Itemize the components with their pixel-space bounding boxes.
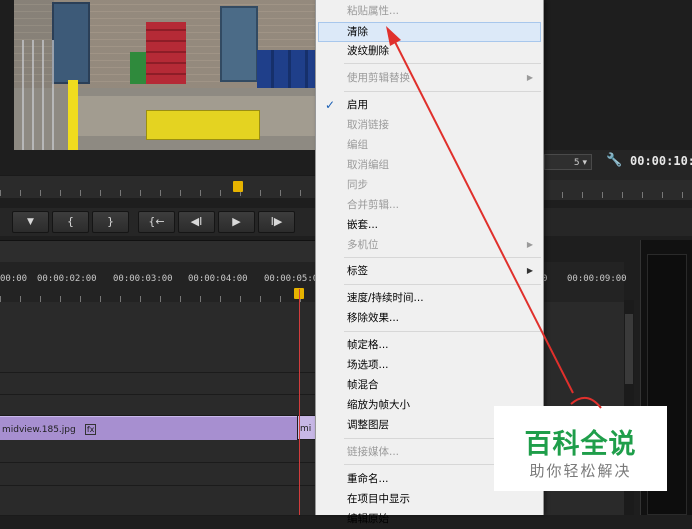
timeline-track[interactable] [0,440,315,463]
menu-item-label: 缩放为帧大小 [347,399,410,411]
monitor-timecode: 00:00:10:0 [630,154,692,168]
menu-item-merge-clips[interactable]: 合并剪辑... [316,195,543,215]
menu-item-multi-camera[interactable]: 多机位 ▶ [316,235,543,255]
step-back-button[interactable]: ◀I [178,211,215,233]
menu-item-label: 标签 [347,265,368,277]
program-monitor-video [14,0,315,150]
menu-item-frame-blend[interactable]: 帧混合 [316,375,543,395]
menu-item-label: 合并剪辑... [347,199,400,211]
checkmark-icon: ✓ [325,98,336,112]
menu-item-clear[interactable]: 清除 [318,22,541,42]
zoom-value: 5 [573,158,580,168]
step-forward-button[interactable]: I▶ [258,211,295,233]
menu-item-label: 重命名... [347,473,389,485]
menu-item-label: 帧混合 [347,379,379,391]
timeline-clip[interactable]: midview.185.jpg fx [0,416,297,440]
menu-item-label: 嵌套... [347,219,379,231]
go-to-in-button[interactable]: {← [138,211,175,233]
menu-item-replace-with-clip[interactable]: 使用剪辑替换 ▶ [316,68,543,88]
monitor-ruler[interactable] [0,175,315,198]
menu-item-label: 取消链接 [347,119,389,131]
menu-item-label: 多机位 [347,239,379,251]
menu-separator [344,331,541,332]
clip-name: midview.185.jpg [2,425,76,435]
menu-item-label: 在项目中显示 [347,493,410,505]
watermark-logo: 百科全说 助你轻松解决 [494,406,667,491]
menu-item-label: 波纹删除 [347,45,389,57]
menu-separator [344,91,541,92]
menu-item-reveal-in-project[interactable]: 在项目中显示 [316,489,543,509]
zoom-dropdown[interactable]: 5 ▾ [544,154,592,170]
menu-separator [344,63,541,64]
timeline-track[interactable] [0,302,315,373]
mark-in-button[interactable]: { [52,211,89,233]
mark-out-button[interactable]: } [92,211,129,233]
menu-item-label: 帧定格... [347,339,389,351]
menu-item-label: 取消编组 [347,159,389,171]
timecode-label: 00:00 [0,274,28,284]
timecode-label: 00:00:03:00 [113,274,173,284]
menu-item-label: 同步 [347,179,368,191]
watermark-subtitle: 助你轻松解决 [529,462,632,480]
submenu-arrow-icon: ▶ [526,73,533,82]
timecode-label: 00:00:02:00 [37,274,97,284]
transport-bar: ▼ { } {← ◀I ▶ I▶ [0,208,315,236]
monitor-controls: 5 ▾ 🔧 00:00:10:0 [542,150,692,180]
menu-item-frame-hold[interactable]: 帧定格... [316,335,543,355]
submenu-arrow-icon: ▶ [526,266,533,275]
menu-item-label: 调整图层 [347,419,389,431]
menu-item-label-submenu[interactable]: 标签 ▶ [316,261,543,281]
submenu-arrow-icon: ▶ [526,240,533,249]
fx-badge: fx [84,424,97,435]
timeline-track[interactable] [0,373,315,395]
timecode-label: 00:00:09:00 [567,274,627,284]
menu-item-enable[interactable]: ✓ 启用 [316,95,543,115]
menu-separator [344,284,541,285]
menu-item-remove-effects[interactable]: 移除效果... [316,308,543,328]
timecode-label: 00:00:05:0 [264,274,319,284]
add-marker-button[interactable]: ▼ [12,211,49,233]
menu-item-group[interactable]: 编组 [316,135,543,155]
timeline-track[interactable] [0,395,315,416]
timeline-ruler[interactable]: 00:00 00:00:02:00 00:00:03:00 00:00:04:0… [0,262,319,303]
sequence-tab-bar [0,240,315,263]
menu-item-label: 启用 [347,99,368,111]
menu-item-field-options[interactable]: 场选项... [316,355,543,375]
playhead-line [299,289,300,515]
monitor-ruler[interactable] [542,180,692,200]
menu-item-label: 使用剪辑替换 [347,72,410,84]
timeline-track[interactable] [0,463,315,486]
menu-item-edit-original[interactable]: 编辑原始 [316,509,543,529]
transport-bar [542,208,692,236]
menu-item-label: 编组 [347,139,368,151]
menu-separator [344,257,541,258]
menu-item-paste-attributes[interactable]: 粘贴属性... [316,1,543,21]
menu-item-label: 移除效果... [347,312,400,324]
timeline-track[interactable] [0,486,315,516]
menu-item-label: 场选项... [347,359,389,371]
menu-item-ungroup[interactable]: 取消编组 [316,155,543,175]
menu-item-synchronize[interactable]: 同步 [316,175,543,195]
menu-item-nest[interactable]: 嵌套... [316,215,543,235]
timecode-label: 00:00:04:00 [188,274,248,284]
menu-item-label: 链接媒体... [347,446,400,458]
menu-item-label: 速度/持续时间... [347,292,424,304]
menu-item-speed-duration[interactable]: 速度/持续时间... [316,288,543,308]
watermark-title: 百科全说 [524,429,637,460]
wrench-icon[interactable]: 🔧 [606,153,622,168]
menu-item-label: 清除 [347,26,368,38]
play-button[interactable]: ▶ [218,211,255,233]
menu-item-label: 粘贴属性... [347,5,400,17]
menu-item-ripple-delete[interactable]: 波纹删除 [316,41,543,61]
menu-item-unlink[interactable]: 取消链接 [316,115,543,135]
timeline-ruler[interactable]: 0 00:00:09:00 [542,262,627,302]
monitor-playhead-marker[interactable] [233,181,243,192]
timeline-clip[interactable]: mi [298,416,315,439]
